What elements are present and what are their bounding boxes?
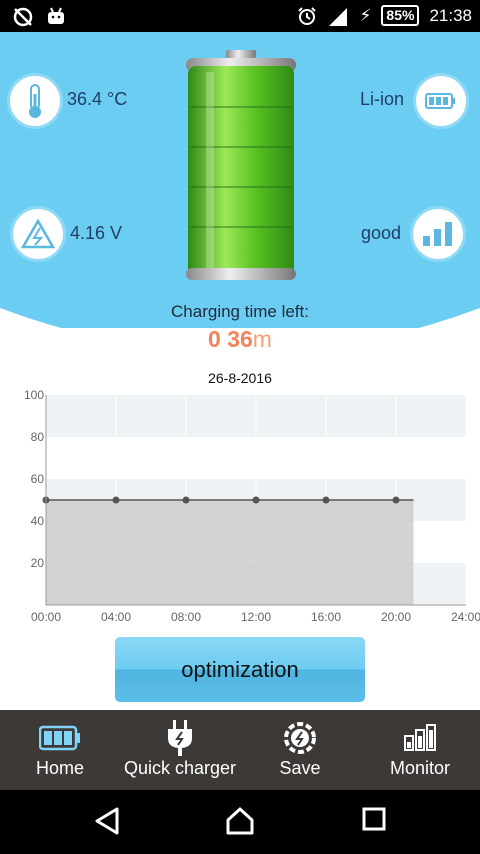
tab-monitor-label: Monitor (389, 758, 451, 778)
optimization-button[interactable]: optimization (115, 637, 365, 702)
chart-date: 26-8-2016 (208, 370, 272, 386)
x-tick-label: 12:00 (241, 610, 271, 624)
charging-time-label: Charging time left: (171, 302, 309, 321)
tab-save-label: Save (279, 758, 321, 778)
voltage-warning-icon (21, 219, 55, 249)
bottom-tab-bar: Home Quick charger Save Monitor (0, 710, 480, 790)
series-area (46, 500, 414, 605)
plug-icon (168, 720, 192, 756)
charging-hours: 0 (208, 326, 221, 352)
technology-badge (416, 76, 466, 126)
temperature-value: 36.4 °C (67, 89, 128, 109)
battery-history-chart: 20 40 60 80 100 00:00 04:00 08:00 12:00 16:00 20:0… (24, 388, 480, 624)
battery-icon (425, 93, 455, 109)
y-tick-label: 60 (31, 472, 45, 486)
battery-health: good (361, 223, 402, 243)
tab-home-label: Home (35, 758, 84, 778)
bar-chart-icon (404, 724, 436, 751)
android-icon (48, 7, 64, 24)
tab-save[interactable]: Save (240, 710, 360, 790)
charging-bolt-icon: ⚡ (359, 5, 372, 25)
recents-icon[interactable] (361, 806, 387, 832)
clock: 21:38 (429, 5, 472, 25)
x-tick-label: 04:00 (101, 610, 131, 624)
x-tick-label: 24:00 (451, 610, 480, 624)
status-bar: ⚡ 85% 21:38 (0, 0, 480, 32)
alarm-icon (298, 6, 317, 25)
charging-time-value: 0 36m (0, 326, 480, 353)
health-badge (413, 209, 463, 259)
x-tick-label: 08:00 (171, 610, 201, 624)
voltage-badge (13, 209, 63, 259)
battery-percent: 85% (381, 5, 420, 26)
data-point (322, 496, 330, 504)
battery-technology: Li-ion (360, 89, 405, 109)
data-point (392, 496, 400, 504)
charging-minutes-unit: m (252, 326, 272, 352)
system-nav-bar (0, 790, 480, 854)
tab-quick-charger[interactable]: Quick charger (120, 710, 240, 790)
thermometer-icon (29, 84, 41, 118)
y-tick-label: 40 (31, 514, 45, 528)
y-tick-label: 20 (31, 556, 45, 570)
x-tick-label: 16:00 (311, 610, 341, 624)
signal-bars-icon (423, 222, 452, 246)
data-point (182, 496, 190, 504)
data-point (252, 496, 260, 504)
x-tick-label: 20:00 (381, 610, 411, 624)
sync-off-icon (13, 7, 33, 27)
power-saving-icon (284, 722, 316, 754)
battery-level-graphic (186, 50, 296, 280)
tab-home[interactable]: Home (0, 710, 120, 790)
y-tick-label: 80 (31, 430, 45, 444)
home-icon[interactable] (225, 806, 255, 836)
tab-monitor[interactable]: Monitor (360, 710, 480, 790)
back-icon[interactable] (93, 806, 121, 836)
voltage-value: 4.16 V (70, 223, 123, 243)
signal-icon (329, 7, 348, 26)
tab-quick-charger-label: Quick charger (123, 758, 237, 778)
battery-icon (39, 725, 80, 751)
data-point (112, 496, 120, 504)
y-tick-label: 100 (24, 388, 44, 402)
x-tick-label: 00:00 (31, 610, 61, 624)
temperature-badge (10, 76, 60, 126)
charging-minutes: 36 (227, 326, 253, 352)
